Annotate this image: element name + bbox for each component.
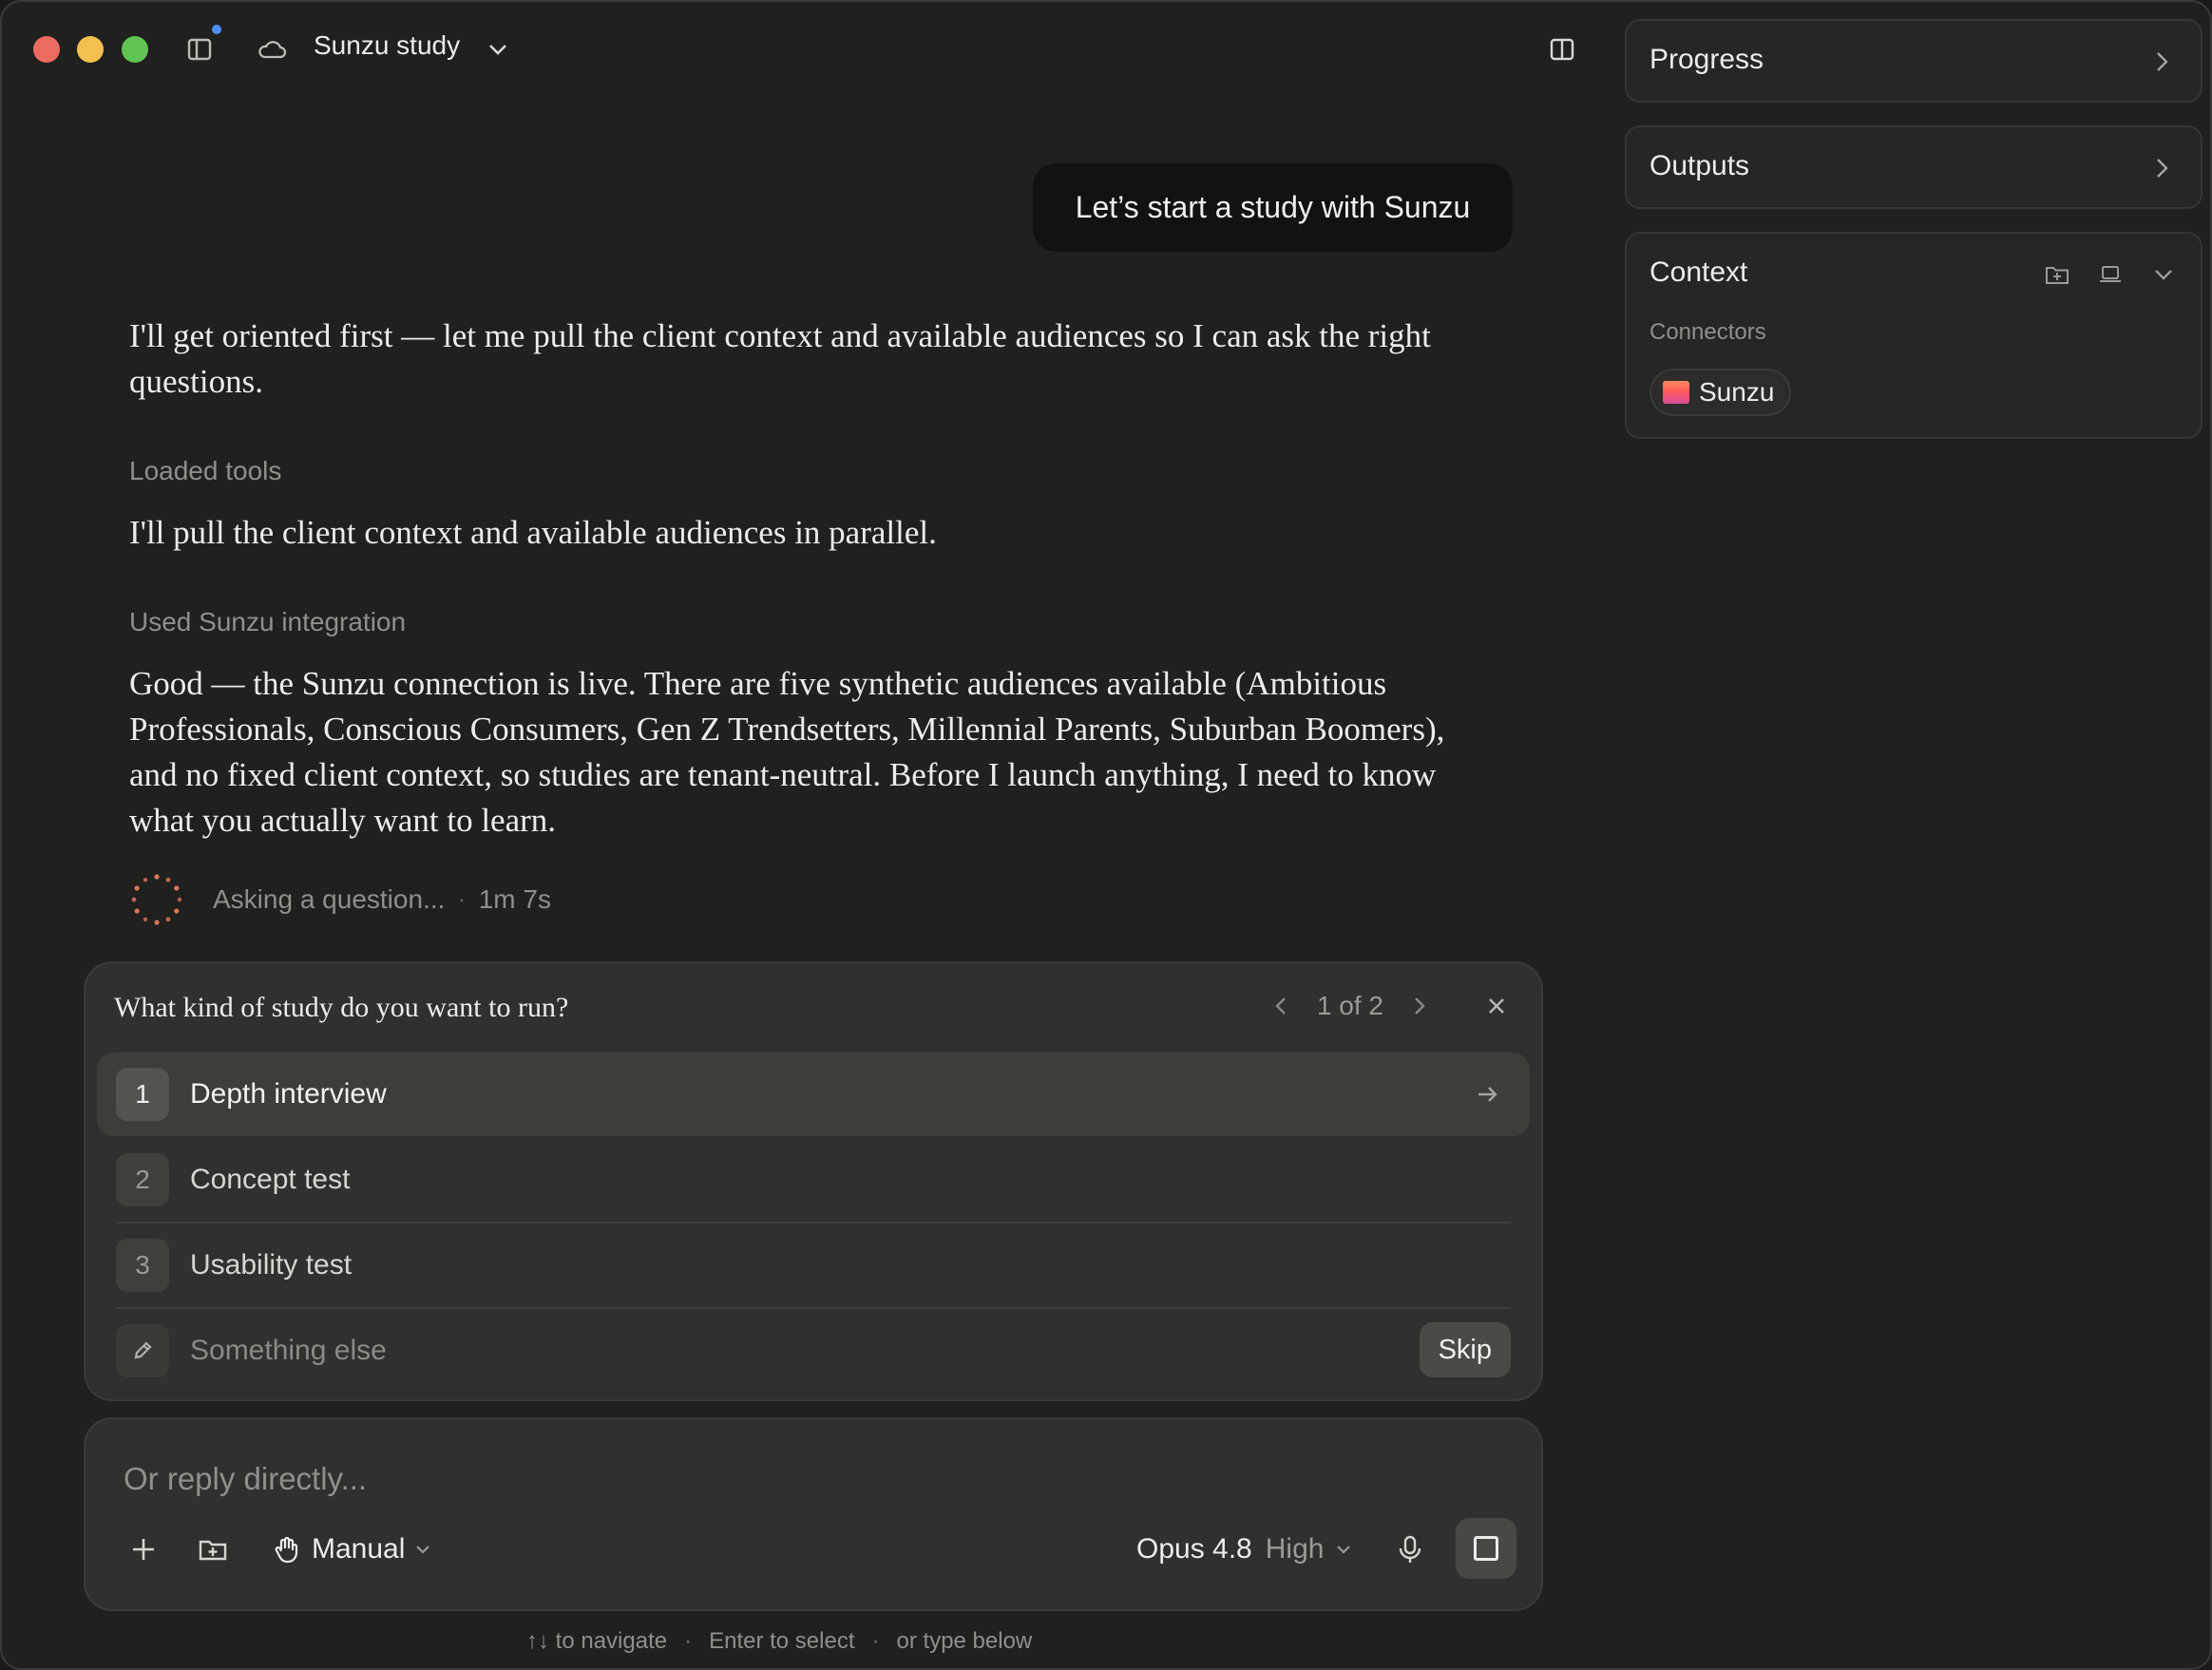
chevron-down-icon (412, 1539, 433, 1560)
hand-icon (272, 1534, 302, 1565)
laptop-icon[interactable] (2096, 260, 2125, 289)
progress-title: Progress (1649, 44, 1764, 75)
project-title[interactable]: Sunzu study (314, 30, 460, 61)
outputs-title: Outputs (1649, 150, 1750, 181)
context-section: Context Connectors Sunzu (1625, 232, 2202, 439)
stop-button[interactable] (1456, 1518, 1516, 1579)
chevron-left-icon[interactable] (1266, 990, 1298, 1022)
status-separator: · (458, 887, 466, 911)
option-something-else[interactable]: Something else Skip (97, 1309, 1530, 1393)
spinner-icon (129, 872, 184, 927)
notification-dot (212, 25, 221, 34)
chevron-down-icon (1333, 1539, 1354, 1560)
arrow-right-icon (1473, 1080, 1501, 1109)
pencil-icon (116, 1324, 169, 1377)
reply-input[interactable] (124, 1455, 1359, 1503)
folder-add-icon[interactable] (196, 1526, 238, 1573)
tool-use-label[interactable]: Loaded tools (129, 456, 281, 486)
hint-navigate: ↑↓ to navigate (526, 1628, 668, 1654)
option-depth-interview[interactable]: 1 Depth interview (97, 1053, 1530, 1136)
panel-toggle-icon[interactable] (1545, 32, 1579, 66)
context-title: Context (1649, 256, 1748, 288)
hint-separator: · (684, 1628, 693, 1654)
connector-name: Sunzu (1699, 377, 1775, 407)
hint-type: or type below (896, 1628, 1033, 1654)
mode-selector[interactable]: Manual (272, 1526, 433, 1573)
outputs-section[interactable]: Outputs (1625, 125, 2202, 209)
chevron-down-icon[interactable] (485, 36, 511, 63)
chevron-down-icon[interactable] (2149, 260, 2178, 289)
close-window-button[interactable] (33, 36, 60, 63)
keyboard-hints: ↑↓ to navigate · Enter to select · or ty… (526, 1628, 1032, 1655)
status-text: Asking a question... (213, 884, 446, 914)
stop-icon (1474, 1536, 1498, 1561)
folder-add-icon[interactable] (2043, 260, 2071, 289)
assistant-message: I'll get oriented first — let me pull th… (129, 317, 1431, 400)
user-message: Let’s start a study with Sunzu (1033, 163, 1513, 252)
assistant-message: I'll pull the client context and availab… (129, 514, 937, 551)
something-else-input[interactable]: Something else (190, 1335, 387, 1367)
composer: Manual Opus 4.8 High (84, 1417, 1543, 1611)
chevron-right-icon (2147, 154, 2176, 182)
question-title: What kind of study do you want to run? (114, 992, 569, 1023)
status-indicator: Asking a question... · 1m 7s (129, 871, 551, 928)
model-name: Opus 4.8 (1136, 1533, 1252, 1565)
status-elapsed-time: 1m 7s (478, 884, 551, 914)
option-concept-test[interactable]: 2 Concept test (97, 1138, 1530, 1222)
option-label: Depth interview (190, 1078, 387, 1110)
effort-label: High (1265, 1533, 1325, 1565)
cloud-icon (255, 32, 289, 66)
microphone-icon[interactable] (1393, 1526, 1431, 1573)
option-number: 1 (116, 1068, 169, 1121)
assistant-message: Good — the Sunzu connection is live. The… (129, 665, 1445, 839)
connectors-label: Connectors (1649, 319, 1766, 345)
hint-select: Enter to select (709, 1628, 855, 1654)
connector-chip-sunzu[interactable]: Sunzu (1649, 369, 1792, 416)
question-card: What kind of study do you want to run? 1… (84, 961, 1543, 1401)
app-window: Sunzu study Let’s start a study with Sun… (0, 0, 2212, 1670)
option-label: Usability test (190, 1249, 353, 1281)
close-icon[interactable] (1480, 990, 1513, 1022)
plus-icon[interactable] (127, 1526, 165, 1573)
sunzu-logo-icon (1663, 381, 1689, 404)
context-actions (2043, 260, 2178, 289)
progress-section[interactable]: Progress (1625, 19, 2202, 103)
model-selector[interactable]: Opus 4.8 High (1136, 1526, 1354, 1573)
mode-label: Manual (312, 1533, 406, 1565)
question-pager: 1 of 2 (1266, 990, 1513, 1022)
pager-text: 1 of 2 (1316, 991, 1383, 1020)
chevron-right-icon[interactable] (1402, 990, 1435, 1022)
chevron-right-icon (2147, 47, 2176, 76)
tool-use-label[interactable]: Used Sunzu integration (129, 607, 406, 637)
option-number: 2 (116, 1153, 169, 1206)
option-usability-test[interactable]: 3 Usability test (97, 1224, 1530, 1307)
sidebar-toggle-icon[interactable] (182, 32, 217, 66)
minimize-window-button[interactable] (77, 36, 104, 63)
skip-button[interactable]: Skip (1419, 1322, 1511, 1377)
title-bar: Sunzu study (2, 2, 1608, 97)
zoom-window-button[interactable] (122, 36, 148, 63)
hint-separator: · (871, 1628, 880, 1654)
option-label: Concept test (190, 1164, 351, 1195)
option-number: 3 (116, 1239, 169, 1292)
